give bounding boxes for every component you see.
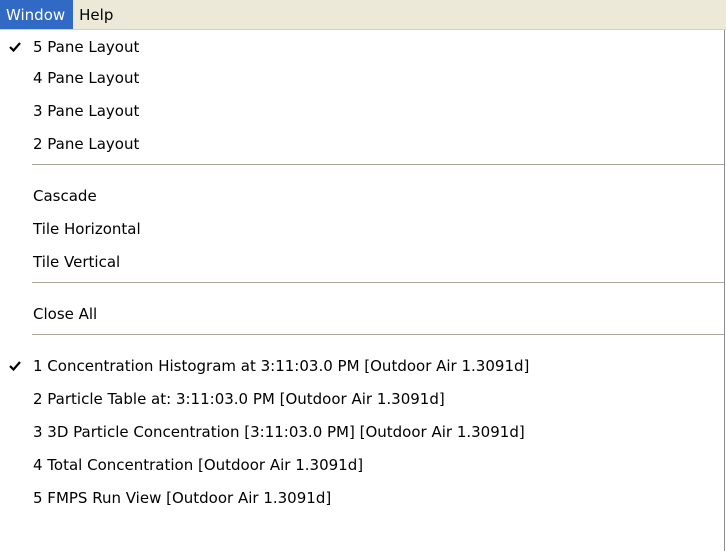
menu-item-close-all[interactable]: Close All [0, 298, 724, 329]
menu-item-3-pane-layout[interactable]: 3 Pane Layout [0, 95, 724, 126]
menu-separator [32, 334, 724, 336]
menu-item-label: 2 Particle Table at: 3:11:03.0 PM [Outdo… [33, 390, 445, 408]
menu-item-label: 1 Concentration Histogram at 3:11:03.0 P… [33, 357, 530, 375]
menu-item-label: 3 3D Particle Concentration [3:11:03.0 P… [33, 423, 525, 441]
menu-item-label: 4 Total Concentration [Outdoor Air 1.309… [33, 456, 364, 474]
menu-item-window-4[interactable]: 4 Total Concentration [Outdoor Air 1.309… [0, 449, 724, 480]
window-menu-dropdown: 5 Pane Layout 4 Pane Layout 3 Pane Layou… [0, 30, 725, 551]
menu-bar: Window Help [0, 0, 726, 30]
menu-separator [32, 164, 724, 166]
menu-item-label: 4 Pane Layout [33, 69, 140, 87]
menu-separator [32, 282, 724, 284]
menu-item-label: 2 Pane Layout [33, 135, 140, 153]
menu-item-label: Tile Horizontal [33, 220, 141, 238]
menu-window[interactable]: Window [0, 0, 74, 29]
menu-item-window-2[interactable]: 2 Particle Table at: 3:11:03.0 PM [Outdo… [0, 383, 724, 414]
menu-item-window-1[interactable]: 1 Concentration Histogram at 3:11:03.0 P… [0, 350, 724, 381]
menu-item-label: Cascade [33, 187, 97, 205]
menu-item-label: 3 Pane Layout [33, 102, 140, 120]
menu-item-4-pane-layout[interactable]: 4 Pane Layout [0, 62, 724, 93]
menu-item-2-pane-layout[interactable]: 2 Pane Layout [0, 128, 724, 159]
menu-item-tile-horizontal[interactable]: Tile Horizontal [0, 213, 724, 244]
checkmark-icon [0, 31, 30, 62]
menu-item-cascade[interactable]: Cascade [0, 180, 724, 211]
menu-item-label: Close All [33, 305, 98, 323]
menu-item-window-3[interactable]: 3 3D Particle Concentration [3:11:03.0 P… [0, 416, 724, 447]
menu-item-label: 5 FMPS Run View [Outdoor Air 1.3091d] [33, 489, 332, 507]
menu-help[interactable]: Help [73, 0, 121, 29]
menu-item-label: Tile Vertical [33, 253, 121, 271]
checkmark-icon [0, 350, 30, 381]
menu-item-label: 5 Pane Layout [33, 38, 140, 56]
menu-item-tile-vertical[interactable]: Tile Vertical [0, 246, 724, 277]
menu-item-window-5[interactable]: 5 FMPS Run View [Outdoor Air 1.3091d] [0, 482, 724, 513]
menu-item-5-pane-layout[interactable]: 5 Pane Layout [0, 31, 724, 62]
